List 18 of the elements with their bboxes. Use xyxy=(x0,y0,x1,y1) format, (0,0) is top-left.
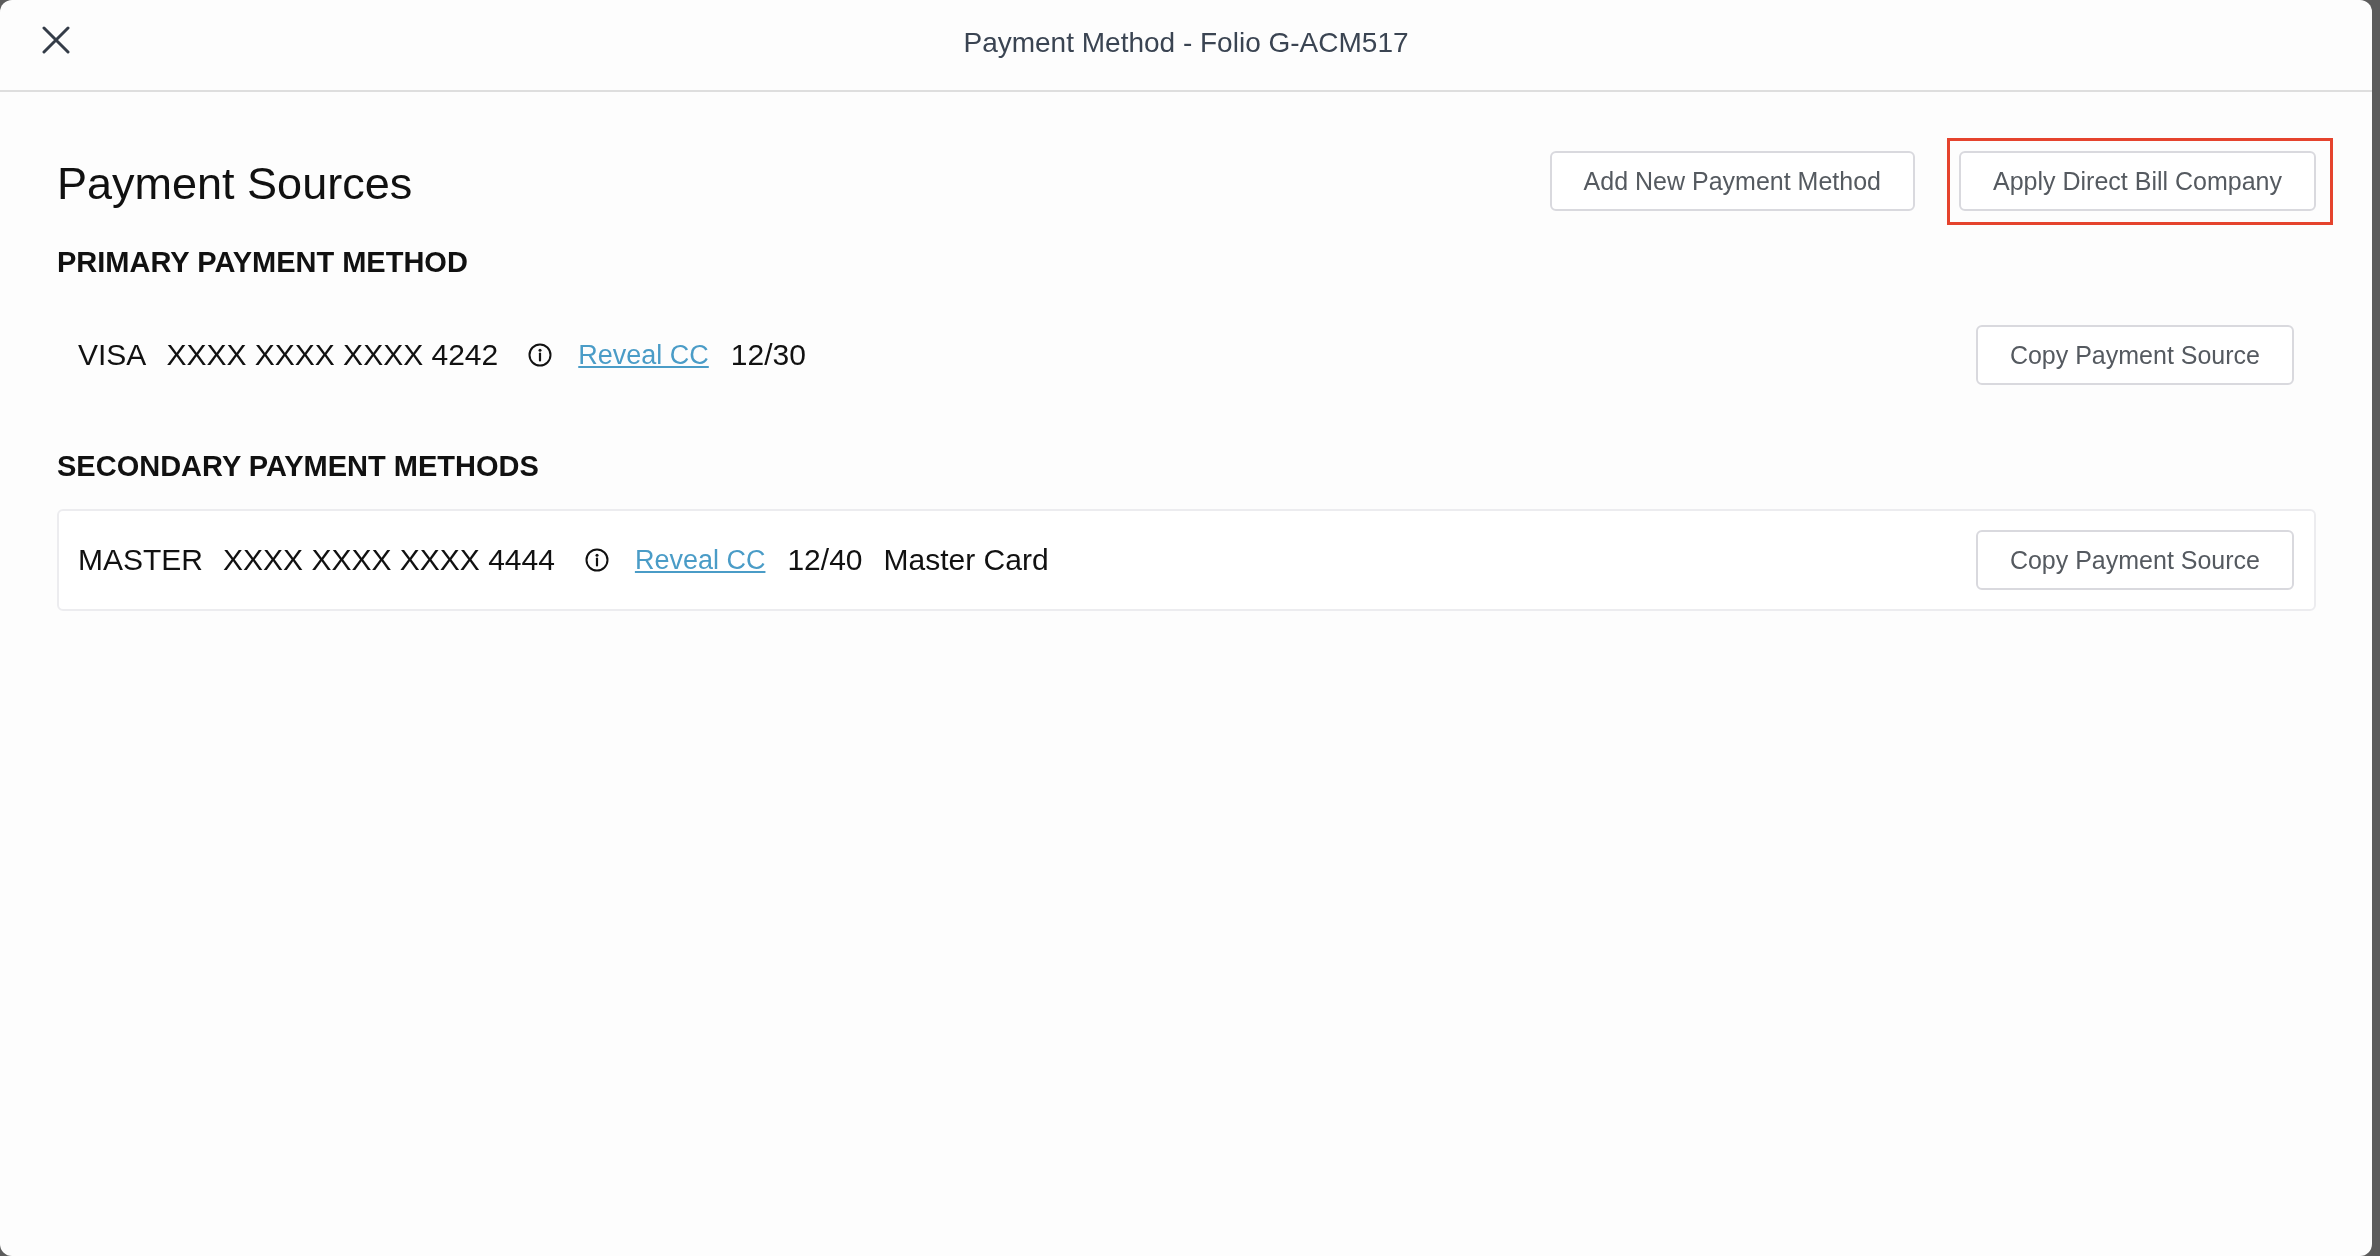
action-button[interactable]: Add New Payment Method xyxy=(1549,151,1915,211)
expiry-date: 12/40 xyxy=(787,543,863,577)
section-title: Payment Sources xyxy=(57,157,413,211)
expiry-date: 12/30 xyxy=(730,338,806,372)
copy-payment-source-button[interactable]: Copy Payment Source xyxy=(1975,530,2294,590)
card-description: Master Card xyxy=(883,543,1049,577)
info-icon[interactable] xyxy=(584,548,609,572)
card-number: XXXX XXXX XXXX 4444 xyxy=(223,543,555,577)
action-button[interactable]: Apply Direct Bill Company xyxy=(1959,151,2316,211)
group-heading: PRIMARY PAYMENT METHOD xyxy=(57,245,469,280)
card-number: XXXX XXXX XXXX 4242 xyxy=(166,338,499,372)
card-type: MASTER xyxy=(78,543,203,577)
close-icon xyxy=(42,26,70,54)
group-heading: SECONDARY PAYMENT METHODS xyxy=(57,449,540,484)
copy-payment-source-button[interactable]: Copy Payment Source xyxy=(1975,325,2294,385)
card-type: VISA xyxy=(78,338,147,372)
dialog-title: Payment Method - Folio G-ACM517 xyxy=(963,27,1409,59)
info-icon[interactable] xyxy=(528,343,553,367)
